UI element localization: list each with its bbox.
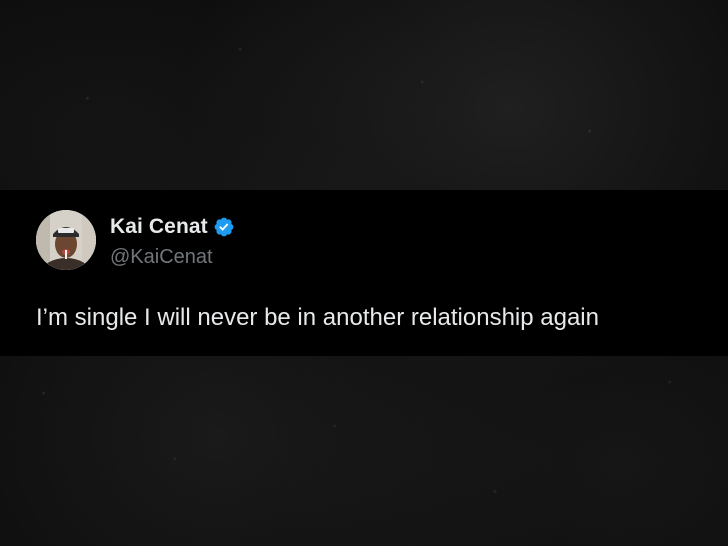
tweet-text: I’m single I will never be in another re… (36, 304, 599, 331)
avatar[interactable] (36, 210, 96, 270)
author-handle[interactable]: @KaiCenat (110, 246, 213, 269)
verified-badge-icon[interactable] (213, 216, 235, 238)
author-name-row: Kai Cenat (110, 214, 235, 240)
profile-photo-icon (36, 210, 96, 270)
tweet-card: Kai Cenat @KaiCenat I’m single I will ne… (0, 190, 728, 356)
author-display-name[interactable]: Kai Cenat (110, 215, 208, 239)
